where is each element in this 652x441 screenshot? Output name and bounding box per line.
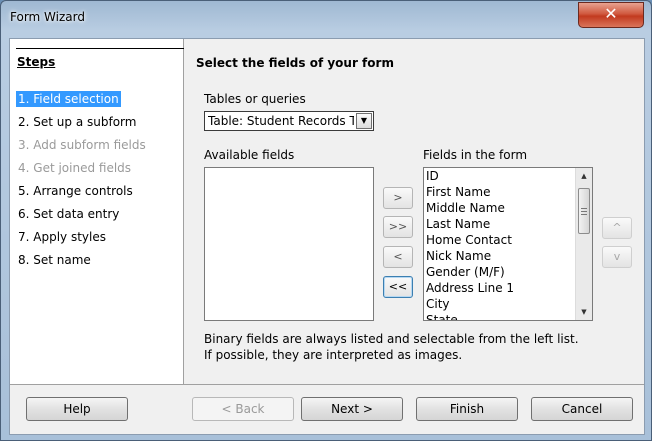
dialog-client-area: Steps 1. Field selection 2. Set up a sub… <box>9 38 645 435</box>
list-item[interactable]: Home Contact <box>424 232 592 248</box>
cancel-button[interactable]: Cancel <box>531 397 633 421</box>
list-item[interactable]: Gender (M/F) <box>424 264 592 280</box>
step-apply-styles[interactable]: 7. Apply styles <box>16 229 108 245</box>
steps-title: Steps <box>17 55 56 69</box>
step-field-selection[interactable]: 1. Field selection <box>16 91 121 107</box>
list-item[interactable]: Nick Name <box>424 248 592 264</box>
scroll-down-icon[interactable]: ▼ <box>576 304 592 320</box>
help-button[interactable]: Help <box>26 397 128 421</box>
finish-button[interactable]: Finish <box>416 397 518 421</box>
available-fields-label: Available fields <box>204 148 295 162</box>
close-button[interactable]: ✕ <box>578 2 644 28</box>
steps-panel: Steps 1. Field selection 2. Set up a sub… <box>10 39 184 384</box>
step-set-name[interactable]: 8. Set name <box>16 252 93 268</box>
step-add-subform-fields: 3. Add subform fields <box>18 138 146 152</box>
footer-divider <box>10 384 644 385</box>
title-bar[interactable]: Form Wizard ✕ <box>1 1 651 31</box>
fields-in-form-list[interactable]: ID First Name Middle Name Last Name Home… <box>423 167 593 321</box>
list-item[interactable]: ID <box>424 168 592 184</box>
step-arrange-controls[interactable]: 5. Arrange controls <box>16 183 135 199</box>
move-down-button[interactable]: v <box>602 246 632 268</box>
back-button: < Back <box>192 397 294 421</box>
steps-divider <box>16 48 184 49</box>
scrollbar-thumb[interactable] <box>578 188 590 234</box>
step-set-data-entry[interactable]: 6. Set data entry <box>16 206 121 222</box>
binary-fields-info: Binary fields are always listed and sele… <box>204 331 579 363</box>
move-selected-left-button[interactable]: < <box>383 246 413 268</box>
move-up-button[interactable]: ^ <box>602 217 632 239</box>
list-item[interactable]: State <box>424 312 592 320</box>
next-button[interactable]: Next > <box>301 397 403 421</box>
list-item[interactable]: Last Name <box>424 216 592 232</box>
window-title: Form Wizard <box>10 10 85 24</box>
move-all-right-button[interactable]: >> <box>383 216 413 238</box>
step-get-joined-fields: 4. Get joined fields <box>18 161 132 175</box>
tables-or-queries-label: Tables or queries <box>204 92 306 106</box>
scroll-up-icon[interactable]: ▲ <box>576 168 592 184</box>
info-line-1: Binary fields are always listed and sele… <box>204 332 579 346</box>
move-selected-right-button[interactable]: > <box>383 187 413 209</box>
move-all-left-button[interactable]: << <box>383 276 413 298</box>
list-item[interactable]: Middle Name <box>424 200 592 216</box>
list-item[interactable]: First Name <box>424 184 592 200</box>
info-line-2: If possible, they are interpreted as ima… <box>204 348 463 362</box>
fields-scrollbar[interactable]: ▲ ▼ <box>575 168 592 320</box>
list-item[interactable]: City <box>424 296 592 312</box>
page-heading: Select the fields of your form <box>196 56 394 70</box>
tables-or-queries-select[interactable]: Table: Student Records Template ▼ <box>204 111 374 131</box>
tables-select-value: Table: Student Records Template <box>208 114 354 128</box>
step-set-up-subform[interactable]: 2. Set up a subform <box>16 114 138 130</box>
list-item[interactable]: Address Line 1 <box>424 280 592 296</box>
form-wizard-window: Form Wizard ✕ Steps 1. Field selection 2… <box>0 0 652 441</box>
fields-in-form-label: Fields in the form <box>423 148 528 162</box>
chevron-down-icon[interactable]: ▼ <box>356 113 372 129</box>
available-fields-list[interactable] <box>204 167 374 321</box>
